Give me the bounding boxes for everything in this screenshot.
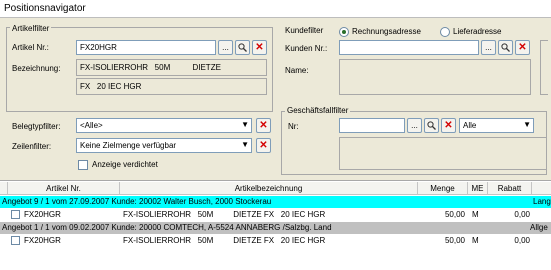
geschaeftsfall-type-select[interactable]: Alle ▼ [459,118,534,133]
right-edge-panel [540,40,548,95]
artikel-nr-input[interactable]: FX20HGR [76,40,216,55]
lieferadresse-radio[interactable] [440,27,450,37]
group-header-right: Lang [533,197,551,206]
rechnungsadresse-label: Rechnungsadresse [352,27,421,36]
geschaeftsfall-browse-button[interactable]: ... [407,118,422,133]
zeilen-select[interactable]: Keine Zielmenge verfügbar ▼ [76,138,252,153]
group-header-text: Angebot 9 / 1 vom 27.09.2007 Kunde: 2000… [2,197,272,206]
magnifier-icon [427,121,436,130]
group-header-row[interactable]: Angebot 9 / 1 vom 27.09.2007 Kunde: 2000… [0,196,551,208]
window-titlebar: Positionsnavigator [0,0,551,18]
belegtyp-select[interactable]: <Alle> ▼ [76,118,252,133]
kunden-nr-input[interactable] [339,40,479,55]
lieferadresse-label: Lieferadresse [453,27,502,36]
row-checkbox[interactable] [11,210,20,219]
kunden-lookup-button[interactable] [498,40,513,55]
bezeichnung-line2: FX 20 IEC HGR [76,78,267,95]
column-header-extra [532,182,551,195]
chevron-down-icon: ▼ [241,140,249,149]
kunden-clear-button[interactable]: ✕ [515,40,530,55]
bezeichnung-label: Bezeichnung: [12,64,61,73]
kunden-nr-label: Kunden Nr.: [285,44,328,53]
clear-icon: ✕ [259,140,268,151]
magnifier-icon [238,43,247,52]
artikel-lookup-button[interactable] [235,40,250,55]
artikelfilter-legend: Artikelfilter [10,24,52,33]
cell-artikelbezeichnung: FX-ISOLIERROHR 50M DIETZE FX 20 IEC HGR [123,236,326,245]
chevron-down-icon: ▼ [241,120,249,129]
cell-menge: 50,00 [444,236,465,245]
row-selector-header [0,182,8,195]
verdichtet-checkbox[interactable] [78,160,88,170]
positions-grid: Artikel Nr. Artikelbezeichnung Menge ME … [0,180,551,270]
belegtyp-value: <Alle> [80,121,103,130]
zeilen-label: Zeilenfilter: [12,142,52,151]
geschaeftsfall-nr-label: Nr: [288,122,299,131]
group-header-text: Angebot 1 / 1 vom 09.02.2007 Kunde: 2000… [2,223,332,232]
column-header-artikel-nr[interactable]: Artikel Nr. [8,182,120,195]
belegtyp-label: Belegtypfilter: [12,122,61,131]
filter-panel: Artikelfilter Artikel Nr.: FX20HGR ... ✕… [0,18,551,180]
verdichtet-label: Anzeige verdichtet [92,160,158,169]
magnifier-icon [501,43,510,52]
column-header-rabatt[interactable]: Rabatt [488,182,532,195]
cell-me: M [472,236,479,245]
clear-icon: ✕ [255,42,264,53]
table-row[interactable]: FX20HGR FX-ISOLIERROHR 50M DIETZE FX 20 … [0,235,551,247]
zeilen-clear-button[interactable]: ✕ [256,138,271,153]
chevron-down-icon: ▼ [523,120,531,129]
geschaeftsfall-info-box [339,137,547,170]
kunden-browse-button[interactable]: ... [481,40,496,55]
table-row[interactable]: FX20HGR FX-ISOLIERROHR 50M DIETZE FX 20 … [0,209,551,221]
zeilen-value: Keine Zielmenge verfügbar [80,141,177,150]
cell-rabatt: 0,00 [514,210,530,219]
group-header-row[interactable]: Angebot 1 / 1 vom 09.02.2007 Kunde: 2000… [0,222,551,234]
column-header-menge[interactable]: Menge [418,182,468,195]
belegtyp-clear-button[interactable]: ✕ [256,118,271,133]
row-checkbox[interactable] [11,236,20,245]
cell-rabatt: 0,00 [514,236,530,245]
artikel-browse-button[interactable]: ... [218,40,233,55]
clear-icon: ✕ [444,120,453,131]
clear-icon: ✕ [518,42,527,53]
group-header-right: Allge [530,223,548,232]
cell-artikel-nr: FX20HGR [24,210,61,219]
artikel-nr-label: Artikel Nr.: [12,43,49,52]
kundenfilter-legend: Kundefilter [285,26,324,35]
name-label: Name: [285,66,309,75]
window-title: Positionsnavigator [4,3,86,14]
cell-menge: 50,00 [444,210,465,219]
cell-artikel-nr: FX20HGR [24,236,61,245]
bezeichnung-line1: FX-ISOLIERROHR 50M DIETZE [76,59,267,76]
column-header-me[interactable]: ME [468,182,488,195]
artikel-clear-button[interactable]: ✕ [252,40,267,55]
clear-icon: ✕ [259,120,268,131]
cell-artikelbezeichnung: FX-ISOLIERROHR 50M DIETZE FX 20 IEC HGR [123,210,326,219]
geschaeftsfall-clear-button[interactable]: ✕ [441,118,456,133]
geschaeftsfall-legend: Geschäftsfallfilter [285,106,351,115]
column-header-artikelbezeichnung[interactable]: Artikelbezeichnung [120,182,418,195]
geschaeftsfall-nr-input[interactable] [339,118,405,133]
geschaeftsfall-type-value: Alle [463,121,477,130]
geschaeftsfall-lookup-button[interactable] [424,118,439,133]
rechnungsadresse-radio[interactable] [339,27,349,37]
cell-me: M [472,210,479,219]
kunden-name-box [339,59,531,95]
